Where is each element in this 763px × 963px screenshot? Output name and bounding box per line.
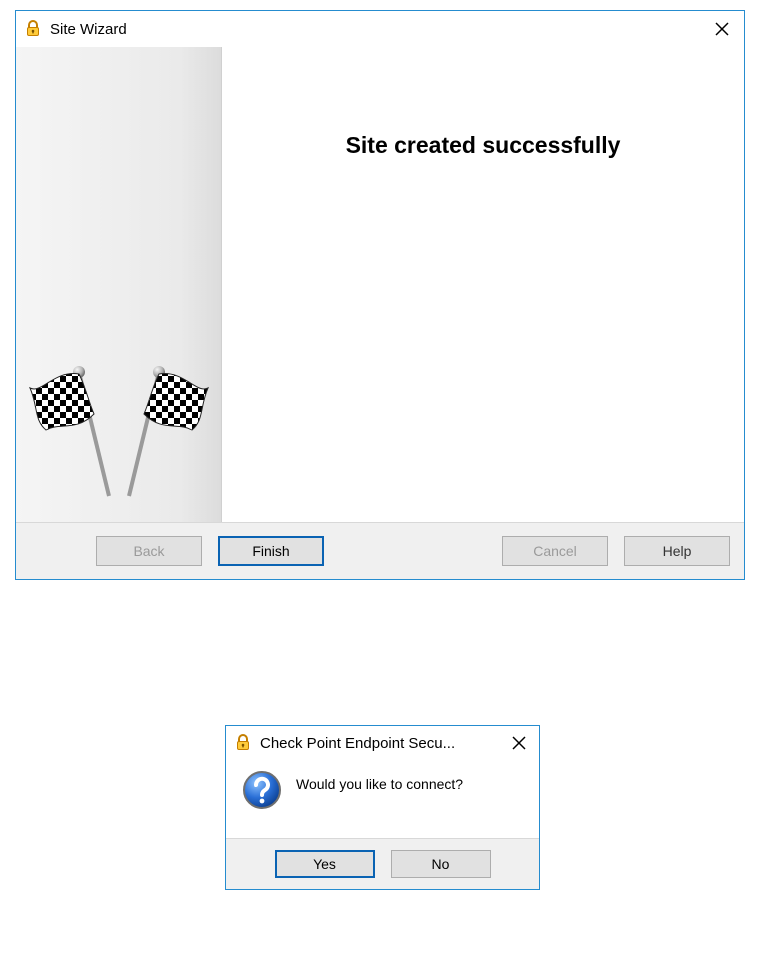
checkered-flags-icon: [24, 364, 214, 504]
help-button[interactable]: Help: [624, 536, 730, 566]
site-wizard-window: Site Wizard: [15, 10, 745, 580]
lock-icon: [24, 20, 42, 38]
question-icon: [242, 770, 282, 810]
wizard-footer: Back Finish Cancel Help: [16, 522, 744, 579]
connect-dialog: Check Point Endpoint Secu...: [225, 725, 540, 890]
dialog-title: Check Point Endpoint Secu...: [260, 735, 505, 752]
cancel-button: Cancel: [502, 536, 608, 566]
close-icon[interactable]: [708, 15, 736, 43]
wizard-body: Site created successfully: [16, 47, 744, 522]
no-button[interactable]: No: [391, 850, 491, 878]
wizard-main-panel: Site created successfully: [222, 47, 744, 522]
wizard-titlebar: Site Wizard: [16, 11, 744, 47]
dialog-titlebar: Check Point Endpoint Secu...: [226, 726, 539, 760]
finish-button[interactable]: Finish: [218, 536, 324, 566]
wizard-title: Site Wizard: [50, 21, 708, 38]
close-icon[interactable]: [505, 729, 533, 757]
wizard-heading: Site created successfully: [346, 132, 621, 159]
dialog-body: Would you like to connect?: [226, 760, 539, 838]
yes-button[interactable]: Yes: [275, 850, 375, 878]
dialog-footer: Yes No: [226, 838, 539, 889]
wizard-side-panel: [16, 47, 222, 522]
back-button: Back: [96, 536, 202, 566]
dialog-message: Would you like to connect?: [296, 770, 463, 792]
lock-icon: [234, 734, 252, 752]
